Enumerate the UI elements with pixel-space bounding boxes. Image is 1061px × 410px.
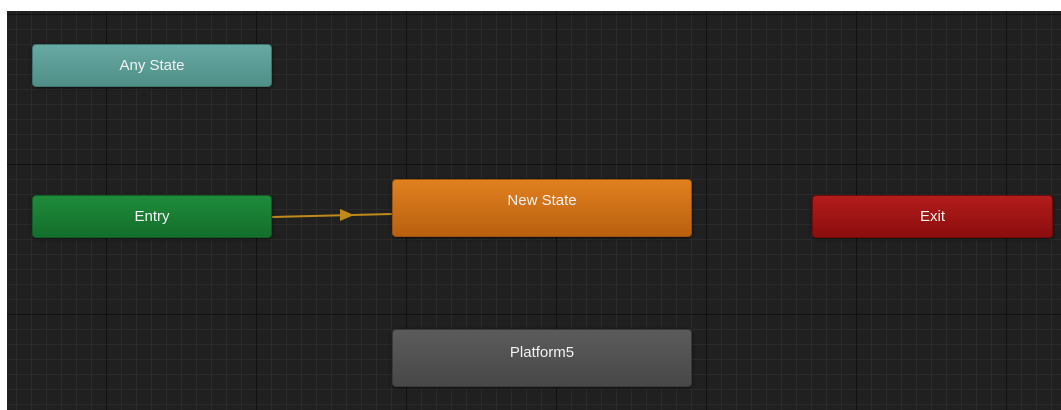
platform5-state-node[interactable]: Platform5 [392, 329, 692, 387]
any-state-label: Any State [119, 57, 185, 74]
entry-node[interactable]: Entry [32, 195, 272, 238]
animator-graph-canvas[interactable]: Any State Entry New State Platform5 Exit [7, 11, 1061, 410]
transition-entry-to-new-state[interactable] [271, 213, 393, 218]
transition-arrow-icon [340, 209, 354, 221]
any-state-node[interactable]: Any State [32, 44, 272, 87]
new-state-node[interactable]: New State [392, 179, 692, 237]
platform5-label: Platform5 [509, 344, 575, 361]
exit-label: Exit [919, 208, 945, 225]
entry-label: Entry [134, 208, 170, 225]
new-state-label: New State [507, 192, 577, 209]
exit-node[interactable]: Exit [812, 195, 1053, 238]
